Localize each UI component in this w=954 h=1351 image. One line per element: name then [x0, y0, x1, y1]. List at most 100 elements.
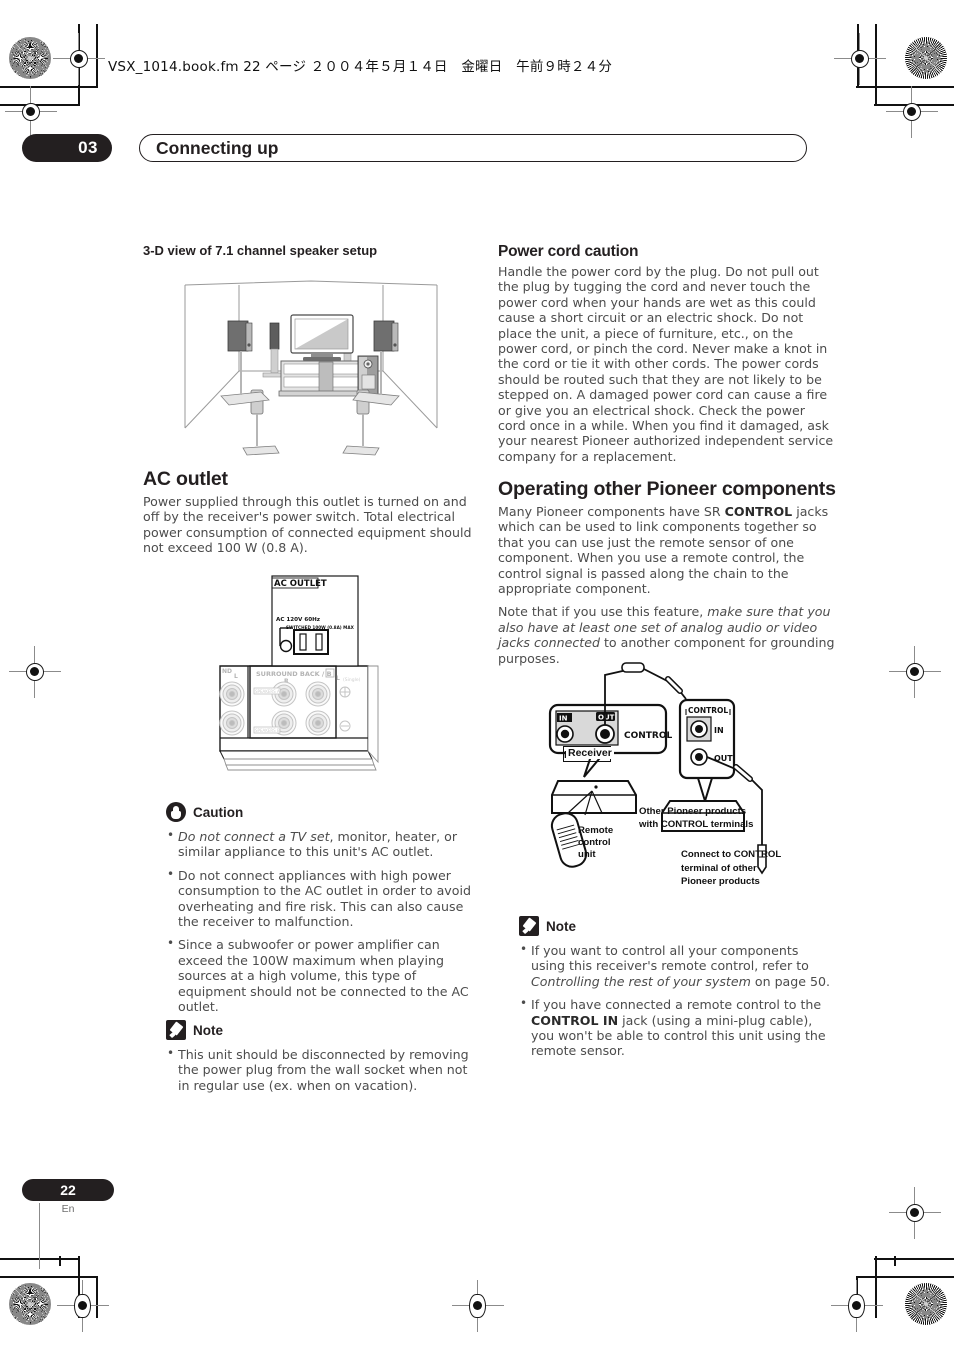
- other-component-jack-panel: CONTROL IN OUT: [678, 698, 736, 805]
- chapter-title-bar: Connecting up: [139, 134, 807, 162]
- remote-label-line-2: control: [578, 837, 611, 848]
- note-right-item-1-before: If you have connected a remote control t…: [531, 997, 822, 1013]
- caution-list: Do not connect a TV set, monitor, heater…: [166, 828, 479, 1015]
- registration-mark-right-middle: [889, 646, 941, 698]
- binding-post: [219, 710, 245, 736]
- caution-label: Caution: [193, 804, 244, 820]
- page-language-code: En: [61, 1203, 75, 1215]
- connect-line-1: Connect to CONTROL: [681, 849, 782, 860]
- page-number-badge: 22: [22, 1179, 114, 1201]
- manual-page: VSX_1014.book.fm 22 ページ ２００４年５月１４日 金曜日 午…: [0, 0, 954, 1351]
- registration-mark-right-upper: [886, 86, 938, 138]
- source-filename-strip: VSX_1014.book.fm 22 ページ ２００４年５月１４日 金曜日 午…: [108, 59, 613, 75]
- note-label-right: Note: [546, 918, 576, 934]
- ac-outlet-body: Power supplied through this outlet is tu…: [143, 494, 472, 556]
- note-pencil-icon: [519, 916, 539, 936]
- operating-heading: Operating other Pioneer components: [498, 478, 836, 500]
- registration-mark-bottom-left: [57, 1280, 109, 1332]
- note-left-item-0: This unit should be disconnected by remo…: [178, 1047, 469, 1093]
- receiver-in-label: IN: [559, 715, 568, 723]
- caution-block: Caution Do not connect a TV set, monitor…: [166, 802, 479, 1022]
- operating-p1-bold: CONTROL: [724, 504, 793, 519]
- note-right-item-0-italic: Controlling the rest of your system: [531, 973, 751, 989]
- registration-mark-left-upper: [5, 86, 57, 138]
- connect-line-3: Pioneer products: [681, 876, 760, 887]
- caution-item-0-italic: Do not connect a TV set: [178, 829, 330, 844]
- note-list-right: If you want to control all your componen…: [519, 942, 836, 1059]
- subwoofer: [357, 355, 379, 395]
- remote-label-line-3: unit: [578, 849, 596, 860]
- ac-outlet-label: AC OUTLET: [274, 579, 327, 589]
- binding-post: [305, 681, 331, 707]
- speaker-setup-3d-illustration: [184, 280, 438, 456]
- print-starburst-top-right: [905, 37, 947, 79]
- caution-item-1-text: Do not connect appliances with high powe…: [178, 867, 471, 930]
- registration-mark-top-right: [834, 33, 886, 85]
- note-label-left: Note: [193, 1022, 223, 1038]
- terminal-l-label: L: [234, 673, 238, 680]
- receiver-control-label: CONTROL: [624, 731, 673, 741]
- print-starburst-bottom-right: [905, 1283, 947, 1325]
- operating-p2-before: Note that if you use this feature,: [498, 604, 708, 620]
- receiver-device: [551, 780, 637, 816]
- receiver-out-label: OUT: [598, 714, 615, 722]
- right-column: Power cord caution Handle the power cord…: [498, 243, 834, 472]
- note-pencil-icon: [166, 1020, 186, 1040]
- speakers-a-label: SPEAKERS A: [255, 689, 280, 694]
- registration-mark-right-lower: [889, 1187, 941, 1239]
- note-right-item-1-bold: CONTROL IN: [531, 1012, 619, 1028]
- speaker-setup-figure-caption: 3-D view of 7.1 channel speaker setup: [143, 243, 378, 258]
- other-pioneer-products-label: Other Pioneer products with CONTROL term…: [639, 805, 753, 831]
- receiver-label-text: Receiver: [566, 747, 614, 759]
- note-right-item-0-before: If you want to control all your componen…: [531, 943, 809, 974]
- list-item: If you want to control all your componen…: [519, 942, 836, 989]
- note-block-right: Note If you want to control all your com…: [519, 916, 836, 1067]
- terminal-single-label: (Single): [343, 677, 361, 683]
- registration-mark-bottom-center: [452, 1280, 504, 1332]
- surround-back-speaker-left: [227, 320, 253, 352]
- operating-paragraph-1: Many Pioneer components have SR CONTROL …: [498, 504, 838, 596]
- power-cord-body: Handle the power cord by the plug. Do no…: [498, 264, 834, 464]
- list-item: This unit should be disconnected by remo…: [166, 1046, 479, 1093]
- registration-mark-left-middle: [9, 646, 61, 698]
- ac-outlet-panel-illustration: AC OUTLET AC 120V 60Hz SWITCHED 100W (0.…: [219, 575, 379, 771]
- left-column: 3-D view of 7.1 channel speaker setup: [143, 243, 479, 264]
- other-products-line-1: Other Pioneer products: [639, 806, 747, 817]
- caution-header: Caution: [166, 802, 479, 822]
- list-item: Since a subwoofer or power amplifier can…: [166, 936, 479, 1015]
- surround-back-speaker-right: [373, 320, 399, 352]
- note-list-left: This unit should be disconnected by remo…: [166, 1046, 479, 1093]
- speakers-b-label: SPEAKERS B: [255, 728, 280, 733]
- receiver-jack-panel: IN OUT CONTROL: [548, 703, 673, 778]
- print-starburst-bottom-left: [9, 1283, 51, 1325]
- terminal-nd-label: ND: [222, 668, 232, 675]
- connect-to-control-label: Connect to CONTROL terminal of other Pio…: [681, 848, 781, 889]
- connect-line-2: terminal of other: [681, 862, 757, 874]
- chapter-number-badge: 03: [22, 134, 112, 162]
- ac-outlet-section: AC outlet Power supplied through this ou…: [143, 468, 479, 564]
- ac-voltage-label: AC 120V 60Hz: [276, 617, 320, 623]
- footer-guide-line: [39, 1203, 40, 1269]
- other-jack-in-label: IN: [714, 726, 724, 735]
- registration-mark-bottom-right: [831, 1280, 883, 1332]
- note-right-item-0-after: on page 50.: [750, 973, 831, 989]
- list-item: Do not connect a TV set, monitor, heater…: [166, 828, 479, 860]
- note-header-left: Note: [166, 1020, 479, 1040]
- caution-hand-icon: [166, 802, 186, 822]
- print-starburst-top-left: [9, 37, 51, 79]
- operating-section: Operating other Pioneer components Many …: [498, 478, 838, 674]
- list-item: If you have connected a remote control t…: [519, 996, 836, 1059]
- operating-p1-before: Many Pioneer components have SR: [498, 504, 725, 519]
- power-cord-heading: Power cord caution: [498, 243, 639, 260]
- note-block-left: Note This unit should be disconnected by…: [166, 1020, 479, 1101]
- terminal-l-right-label: L: [336, 675, 340, 682]
- caution-item-2-text: Since a subwoofer or power amplifier can…: [178, 937, 469, 1015]
- speaker-stand-base-left: [220, 351, 270, 406]
- note-header-right: Note: [519, 916, 836, 936]
- list-item: Do not connect appliances with high powe…: [166, 867, 479, 930]
- remote-label-line-1: Remote: [578, 825, 614, 836]
- binding-post: [305, 710, 331, 736]
- binding-post: [219, 681, 245, 707]
- surround-back-label: SURROUND BACK / B: [256, 670, 332, 678]
- other-control-group-label: CONTROL: [688, 706, 728, 715]
